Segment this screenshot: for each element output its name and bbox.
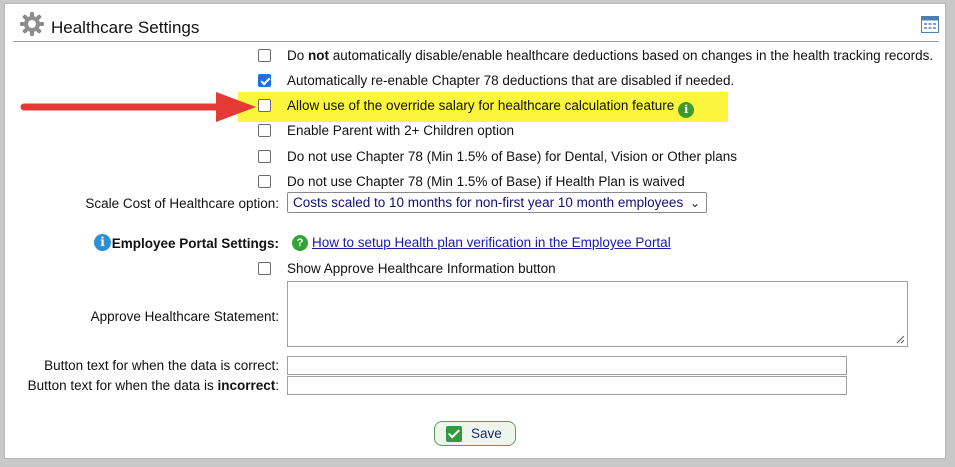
save-button-label: Save xyxy=(471,426,502,441)
option-ch78-waived-checkbox[interactable] xyxy=(258,175,271,188)
statement-textarea[interactable] xyxy=(287,281,908,347)
incorrect-text-label: Button text for when the data is incorre… xyxy=(27,378,279,393)
help-icon[interactable]: ? xyxy=(292,235,308,251)
red-arrow-annotation xyxy=(20,92,256,122)
option-parent-children-label: Enable Parent with 2+ Children option xyxy=(287,123,515,138)
option-override-salary-checkbox[interactable] xyxy=(258,99,271,112)
option-disable-auto-label: Do not automatically disable/enable heal… xyxy=(287,48,934,63)
correct-text-input[interactable] xyxy=(287,356,847,375)
statement-label: Approve Healthcare Statement: xyxy=(90,309,279,324)
incorrect-text-input[interactable] xyxy=(287,376,847,395)
panel-header: Healthcare Settings xyxy=(13,8,939,42)
show-approve-label: Show Approve Healthcare Information butt… xyxy=(287,261,556,276)
info-icon[interactable]: i xyxy=(94,234,111,251)
option-override-salary-label: Allow use of the override salary for hea… xyxy=(287,98,695,118)
option-ch78-waived-label: Do not use Chapter 78 (Min 1.5% of Base)… xyxy=(287,174,685,189)
checkmark-icon xyxy=(446,426,462,442)
gear-icon xyxy=(20,12,44,36)
scale-cost-selected-value: Costs scaled to 10 months for non-first … xyxy=(293,195,684,210)
option-ch78-dental-checkbox[interactable] xyxy=(258,150,271,163)
correct-text-label: Button text for when the data is correct… xyxy=(44,358,279,373)
option-reenable-ch78-checkbox[interactable] xyxy=(258,74,271,87)
option-reenable-ch78-label: Automatically re-enable Chapter 78 deduc… xyxy=(287,73,735,88)
chevron-down-icon: ⌄ xyxy=(689,196,700,210)
scale-cost-select[interactable]: Costs scaled to 10 months for non-first … xyxy=(287,192,707,213)
portal-help-link[interactable]: How to setup Health plan verification in… xyxy=(312,235,671,250)
page-title: Healthcare Settings xyxy=(51,18,200,37)
show-approve-checkbox[interactable] xyxy=(258,262,271,275)
scale-cost-label: Scale Cost of Healthcare option: xyxy=(85,196,279,211)
option-ch78-dental-label: Do not use Chapter 78 (Min 1.5% of Base)… xyxy=(287,149,737,164)
calendar-icon[interactable] xyxy=(921,15,939,33)
option-disable-auto-checkbox[interactable] xyxy=(258,49,271,62)
info-icon[interactable]: i xyxy=(678,102,695,118)
portal-settings-label: Employee Portal Settings: xyxy=(111,236,279,251)
save-button[interactable]: Save xyxy=(434,421,516,446)
resize-grip-icon[interactable] xyxy=(896,335,905,344)
option-parent-children-checkbox[interactable] xyxy=(258,124,271,137)
